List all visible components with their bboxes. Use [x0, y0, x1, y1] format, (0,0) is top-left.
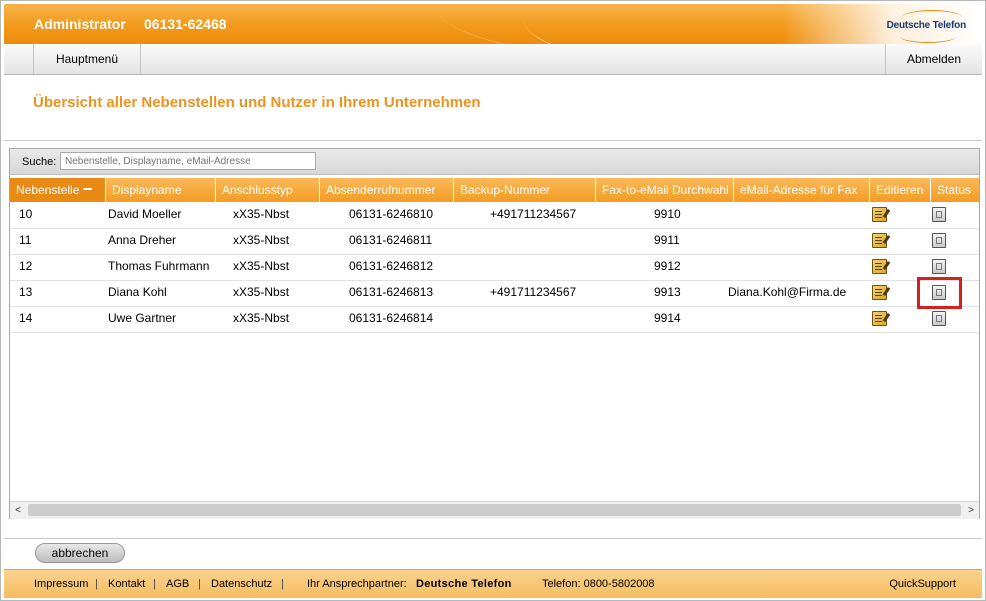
cell-absender: 06131-6246813 — [349, 285, 434, 299]
quicksupport-link[interactable]: QuickSupport — [889, 578, 956, 590]
search-toolbar: Suche: — [10, 149, 979, 175]
kontakt-link[interactable]: Kontakt — [108, 578, 145, 590]
table-row[interactable]: 14 Uwe Gartner xX35-Nbst 06131-6246814 9… — [10, 306, 979, 333]
footer-separator: | — [198, 578, 201, 590]
cell-fax: 9912 — [654, 259, 681, 273]
page-title: Übersicht aller Nebenstellen und Nutzer … — [33, 94, 481, 111]
impressum-link[interactable]: Impressum — [34, 578, 88, 590]
column-label: Fax-to-eMail Durchwahl — [602, 183, 729, 197]
footer-separator: | — [95, 578, 98, 590]
column-header-absender[interactable]: Absenderrufnummer — [320, 178, 454, 202]
cell-nebenstelle: 12 — [19, 259, 33, 273]
cell-absender: 06131-6246812 — [349, 259, 434, 273]
cell-nebenstelle: 11 — [19, 233, 32, 247]
cell-absender: 06131-6246810 — [349, 207, 434, 221]
table-row[interactable]: 11 Anna Dreher xX35-Nbst 06131-6246811 9… — [10, 228, 979, 255]
cell-displayname: Diana Kohl — [108, 285, 167, 299]
footer-bar: Impressum | Kontakt | AGB | Datenschutz … — [4, 569, 982, 598]
column-header-edit[interactable]: Editieren — [870, 178, 931, 202]
cell-displayname: Thomas Fuhrmann — [108, 259, 210, 273]
logo-text: Deutsche Telefon — [886, 20, 967, 31]
column-header-fax[interactable]: Fax-to-eMail Durchwahl — [596, 178, 734, 202]
footer-separator: | — [153, 578, 156, 590]
column-label: eMail-Adresse für Fax — [740, 183, 858, 197]
phone-number: Telefon: 0800-5802008 — [542, 578, 655, 590]
datenschutz-link[interactable]: Datenschutz — [211, 578, 272, 590]
status-icon[interactable] — [932, 259, 946, 274]
main-menu-button[interactable]: Hauptmenü — [33, 44, 141, 74]
cell-absender: 06131-6246811 — [349, 233, 433, 247]
column-header-email[interactable]: eMail-Adresse für Fax — [734, 178, 870, 202]
scrollbar-thumb[interactable] — [28, 504, 961, 516]
column-header-backup[interactable]: Backup-Nummer — [454, 178, 596, 202]
cell-email: Diana.Kohl@Firma.de — [728, 285, 847, 299]
footer-separator: | — [281, 578, 284, 590]
cell-displayname: David Moeller — [108, 207, 182, 221]
edit-icon[interactable] — [872, 259, 887, 274]
table-row[interactable]: 13 Diana Kohl xX35-Nbst 06131-6246813 +4… — [10, 280, 979, 307]
column-header-anschlusstyp[interactable]: Anschlusstyp — [216, 178, 320, 202]
extensions-grid: Suche: Nebenstelle Displayname Anschluss… — [9, 148, 980, 519]
edit-icon[interactable] — [872, 311, 887, 326]
cancel-button[interactable]: abbrechen — [35, 543, 125, 563]
sort-icon — [83, 187, 93, 190]
nav-bar: Hauptmenü Abmelden — [4, 44, 982, 75]
table-row[interactable]: 10 David Moeller xX35-Nbst 06131-6246810… — [10, 202, 979, 229]
horizontal-scrollbar[interactable]: < > — [10, 501, 979, 519]
contact-name: Deutsche Telefon — [416, 578, 512, 590]
cell-displayname: Anna Dreher — [108, 233, 177, 247]
column-header-displayname[interactable]: Displayname — [106, 178, 216, 202]
column-label: Editieren — [876, 183, 924, 197]
cell-nebenstelle: 14 — [19, 311, 33, 325]
cell-fax: 9910 — [654, 207, 681, 221]
cell-fax: 9911 — [654, 233, 680, 247]
logout-button[interactable]: Abmelden — [885, 44, 982, 74]
divider — [4, 140, 982, 141]
divider — [4, 538, 982, 539]
edit-icon[interactable] — [872, 233, 887, 248]
contact-label: Ihr Ansprechpartner: — [307, 578, 407, 590]
column-label: Status — [937, 183, 972, 197]
column-label: Backup-Nummer — [460, 183, 551, 197]
column-label: Nebenstelle — [16, 183, 80, 197]
column-header-status[interactable]: Status — [931, 178, 979, 202]
cell-anschlusstyp: xX35-Nbst — [233, 285, 290, 299]
status-icon[interactable] — [932, 311, 946, 326]
cell-anschlusstyp: xX35-Nbst — [233, 259, 290, 273]
cell-anschlusstyp: xX35-Nbst — [233, 233, 290, 247]
cell-anschlusstyp: xX35-Nbst — [233, 311, 290, 325]
brand-logo: Deutsche Telefon — [886, 10, 967, 43]
cell-nebenstelle: 10 — [19, 207, 33, 221]
scroll-left-icon[interactable]: < — [10, 502, 26, 519]
table-header: Nebenstelle Displayname Anschlusstyp Abs… — [10, 178, 979, 202]
search-input[interactable] — [60, 152, 316, 170]
agb-link[interactable]: AGB — [166, 578, 189, 590]
cell-backup: +491711234567 — [490, 207, 577, 221]
status-icon[interactable] — [932, 207, 946, 222]
cell-backup: +491711234567 — [490, 285, 577, 299]
status-icon[interactable] — [932, 233, 946, 248]
cell-absender: 06131-6246814 — [349, 311, 434, 325]
column-label: Absenderrufnummer — [326, 183, 436, 197]
scroll-right-icon[interactable]: > — [963, 502, 979, 519]
cell-nebenstelle: 13 — [19, 285, 33, 299]
edit-icon[interactable] — [872, 285, 887, 300]
column-header-nebenstelle[interactable]: Nebenstelle — [10, 178, 106, 202]
cell-displayname: Uwe Gartner — [108, 311, 177, 325]
logo-arc — [900, 30, 956, 43]
column-label: Anschlusstyp — [222, 183, 293, 197]
column-label: Displayname — [112, 183, 182, 197]
cell-fax: 9913 — [654, 285, 681, 299]
edit-icon[interactable] — [872, 207, 887, 222]
search-label: Suche: — [22, 156, 57, 168]
account-number: 06131-62468 — [144, 16, 227, 32]
header-bar: Administrator 06131-62468 Deutsche Telef… — [4, 4, 982, 44]
cell-anschlusstyp: xX35-Nbst — [233, 207, 290, 221]
cell-fax: 9914 — [654, 311, 681, 325]
user-role: Administrator — [34, 16, 126, 32]
table-row[interactable]: 12 Thomas Fuhrmann xX35-Nbst 06131-62468… — [10, 254, 979, 281]
highlight-box — [917, 277, 962, 309]
